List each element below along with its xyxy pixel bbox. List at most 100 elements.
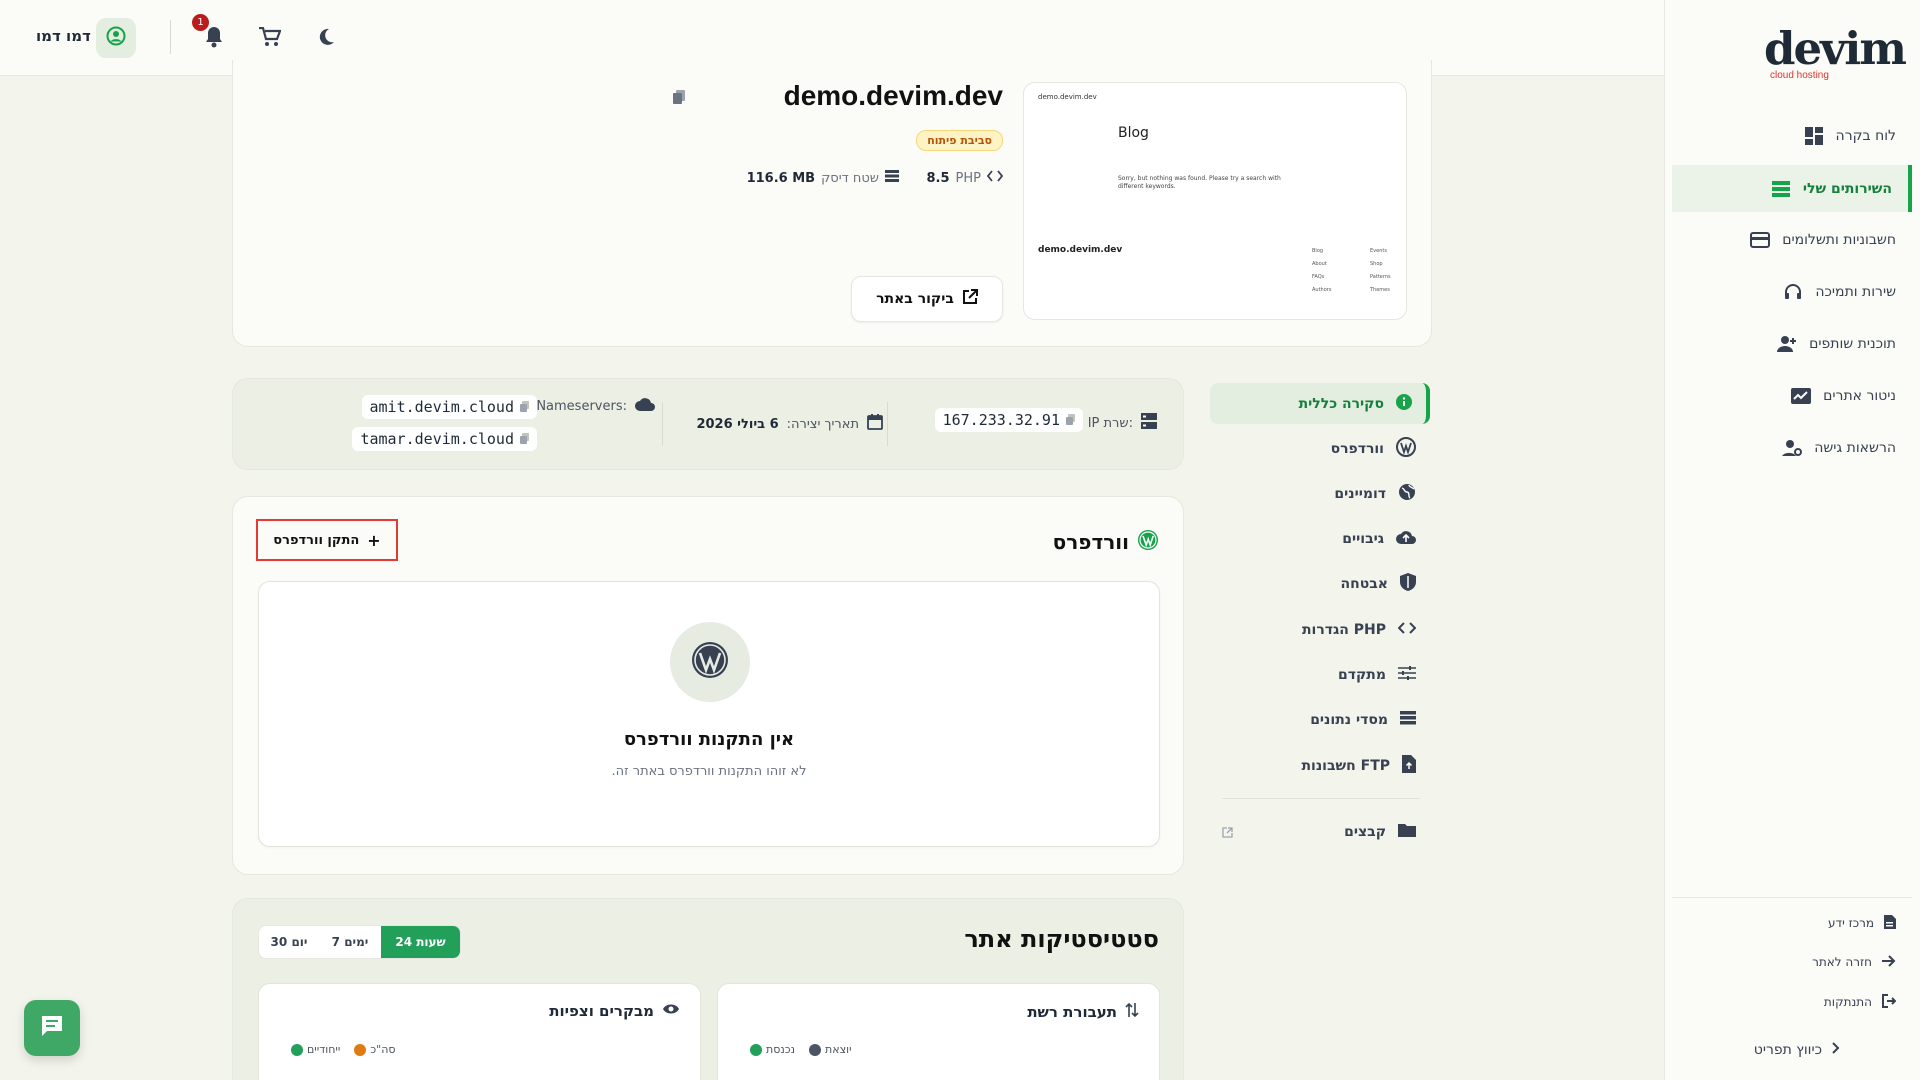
disk-usage-info: 116.6 MB שטח דיסק (747, 170, 899, 186)
copy-icon (673, 90, 685, 108)
legend-item: נכנסת (750, 1043, 795, 1056)
network-traffic-header: תעבורת רשת (1027, 1002, 1139, 1022)
nameservers-label: Nameservers: (536, 399, 627, 414)
submenu-php-settings[interactable]: הגדרות PHP (1210, 612, 1430, 648)
sidebar-item-support[interactable]: שירות ותמיכה (1672, 269, 1912, 315)
sidebar-item-label: לוח בקרה (1835, 128, 1896, 144)
submenu-ftp-accounts[interactable]: חשבונות FTP (1210, 748, 1430, 784)
cart-icon (259, 26, 282, 51)
chat-icon (40, 1015, 64, 1041)
nameserver-value: tamar.devim.cloud (360, 430, 514, 448)
created-value: 6 ביולי 2026 (696, 416, 779, 432)
services-icon (1771, 179, 1791, 199)
chevron-right-icon (1832, 1042, 1840, 1058)
network-traffic-legend: נכנסת יוצאת (750, 1043, 852, 1056)
preview-link: Authors (1312, 287, 1332, 293)
submenu-label: דומיינים (1334, 486, 1386, 502)
user-name[interactable]: דמו דמו (36, 27, 91, 45)
wordpress-empty-state: אין התקנות וורדפרס לא זוהו התקנות וורדפר… (258, 581, 1160, 847)
external-link-icon (962, 289, 978, 309)
disk-label: שטח דיסק (821, 170, 879, 186)
sidebar-footer-back-to-site[interactable]: חזרה לאתר (1696, 948, 1896, 976)
submenu-files[interactable]: קבצים (1210, 814, 1430, 850)
nameserver-chip-2[interactable]: tamar.devim.cloud (352, 427, 537, 451)
submenu-security[interactable]: אבטחה (1210, 566, 1430, 602)
submenu-label: חשבונות FTP (1301, 758, 1390, 774)
empty-state-text: לא זוהו התקנות וורדפרס באתר זה. (611, 764, 807, 779)
code-icon (1397, 622, 1417, 638)
cloud-upload-icon (1396, 530, 1416, 548)
footer-label: מרכז ידע (1828, 916, 1874, 930)
eye-icon (662, 1003, 680, 1019)
sidebar-item-label: הרשאות גישה (1814, 440, 1896, 456)
preview-link: Themes (1370, 287, 1390, 293)
preview-link: Patterns (1370, 274, 1391, 280)
storage-icon (885, 170, 899, 186)
user-gear-icon (1782, 438, 1803, 458)
logo-subtitle: cloud hosting (1770, 70, 1829, 81)
php-version-value: 8.5 (926, 170, 950, 186)
user-avatar-button[interactable] (96, 18, 136, 58)
sidebar-item-invoices[interactable]: חשבוניות ותשלומים (1672, 217, 1912, 263)
topbar-divider (170, 20, 171, 54)
cart-button[interactable] (259, 26, 282, 51)
ip-value-chip[interactable]: 167.233.32.91 (934, 408, 1083, 432)
submenu-wordpress[interactable]: וורדפרס (1210, 431, 1430, 467)
nameserver-value: amit.devim.cloud (369, 398, 515, 416)
sidebar-item-permissions[interactable]: הרשאות גישה (1672, 425, 1912, 471)
nameserver-chip-1[interactable]: amit.devim.cloud (361, 395, 537, 419)
empty-state-title: אין התקנות וורדפרס (623, 729, 795, 750)
legend-item: סה"כ (354, 1043, 396, 1056)
submenu-databases[interactable]: מסדי נתונים (1210, 702, 1430, 738)
sidebar-item-monitoring[interactable]: ניטור אתרים (1672, 373, 1912, 419)
chat-button[interactable] (24, 1000, 80, 1056)
headset-icon (1783, 282, 1803, 302)
wordpress-title: וורדפרס (1052, 530, 1129, 554)
submenu-label: קבצים (1344, 824, 1386, 840)
created-label: תאריך יצירה: (786, 416, 859, 432)
range-30-days[interactable]: 30 יום (259, 926, 319, 958)
plus-icon: + (367, 530, 381, 550)
site-header-card: demo.devim.dev Blog Sorry, but nothing w… (232, 60, 1432, 347)
sliders-icon (1398, 665, 1416, 685)
legend-label: ייחודיים (307, 1043, 341, 1056)
sidebar-footer-knowledge[interactable]: מרכז ידע (1696, 909, 1896, 937)
wordpress-icon (1137, 529, 1159, 555)
copy-domain-button[interactable] (673, 90, 685, 108)
wordpress-card: וורדפרס התקן וורדפרס + אין התקנות וורדפר… (232, 496, 1184, 875)
visitors-header: מבקרים וצפיות (549, 1002, 680, 1020)
preview-link: Shop (1370, 261, 1383, 267)
submenu-overview[interactable]: סקירה כללית (1210, 383, 1430, 424)
sidebar-footer-logout[interactable]: התנתקות (1696, 988, 1897, 1016)
sidebar-divider (1672, 897, 1912, 898)
range-24-hours[interactable]: 24 שעות (381, 926, 460, 958)
sidebar-item-dashboard[interactable]: לוח בקרה (1672, 113, 1912, 159)
notifications-button[interactable]: 1 (192, 14, 224, 52)
submenu-advanced[interactable]: מתקדם (1210, 657, 1430, 693)
preview-link: Blog (1312, 248, 1324, 254)
shield-icon (1400, 573, 1416, 595)
install-wordpress-button[interactable]: התקן וורדפרס + (262, 524, 392, 556)
cloud-icon (635, 398, 655, 415)
calendar-icon (867, 414, 883, 434)
created-date-info: תאריך יצירה: 6 ביולי 2026 (696, 414, 883, 434)
submenu-domains[interactable]: דומיינים (1210, 476, 1430, 512)
site-statistics-card: סטטיסטיקות אתר 30 יום 7 ימים 24 שעות תעב… (232, 898, 1184, 1080)
theme-toggle-button[interactable] (316, 27, 336, 51)
sidebar-item-my-services[interactable]: השירותים שלי (1672, 165, 1912, 212)
collapse-menu-button[interactable]: כיווץ תפריט (1640, 1036, 1840, 1064)
submenu-backups[interactable]: גיבויים (1210, 521, 1430, 557)
sidebar-item-affiliates[interactable]: תוכנית שותפים (1672, 321, 1912, 367)
site-preview[interactable]: demo.devim.dev Blog Sorry, but nothing w… (1023, 82, 1407, 320)
visit-site-button[interactable]: ביקור באתר (851, 276, 1003, 322)
install-wordpress-label: התקן וורדפרס (273, 532, 360, 548)
dashboard-icon (1804, 126, 1824, 146)
nameservers-label-group: Nameservers: (536, 398, 655, 415)
logo[interactable]: devim cloud hosting (1764, 22, 1907, 82)
collapse-label: כיווץ תפריט (1753, 1042, 1822, 1058)
preview-site-name: demo.devim.dev (1038, 93, 1097, 101)
logo-text: devim (1764, 22, 1907, 75)
range-7-days[interactable]: 7 ימים (319, 926, 381, 958)
ip-label: IP שרת: (1087, 415, 1133, 431)
code-icon (986, 170, 1004, 186)
